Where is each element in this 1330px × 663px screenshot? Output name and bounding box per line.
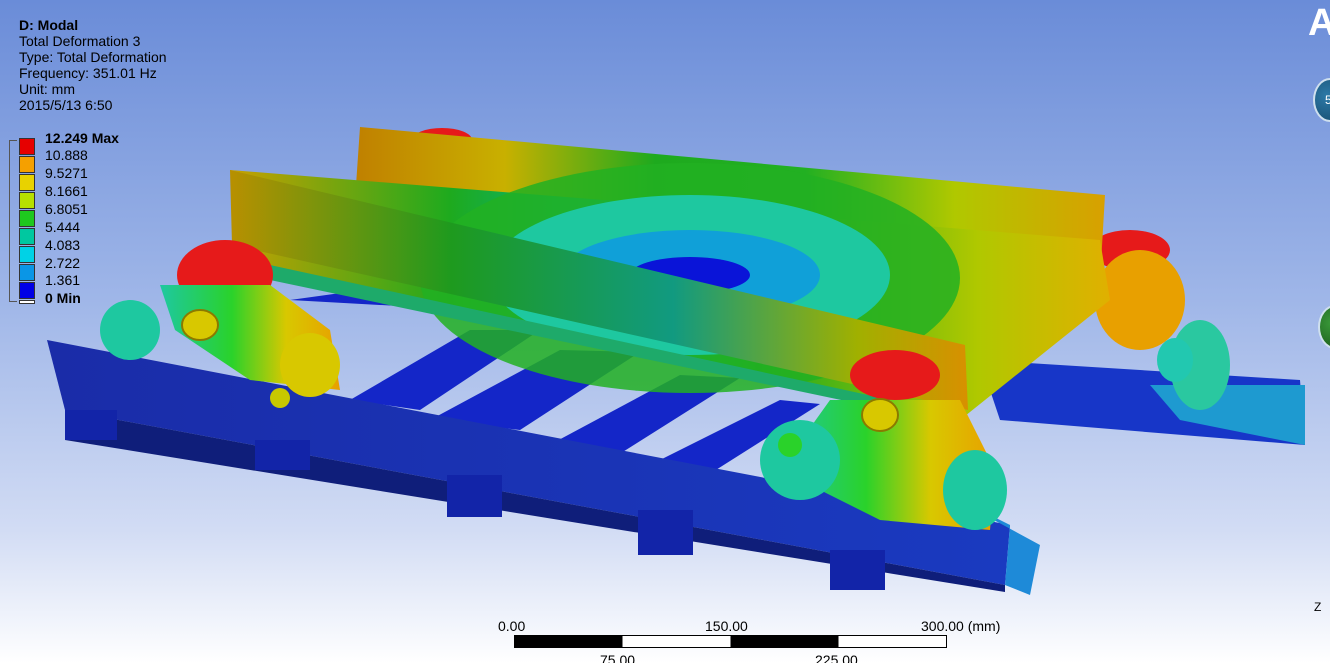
legend-swatch-6 [19,246,35,263]
legend-min-label: 0 Min [45,290,81,306]
ansys-logo-letter: A [1308,2,1330,44]
legend-label-4: 6.8051 [45,201,88,217]
back-rail [980,360,1305,445]
legend-label-3: 8.1661 [45,183,88,199]
legend-swatch-8 [19,282,35,299]
legend-max-label: 12.249 Max [45,130,119,146]
result-date: 2015/5/13 6:50 [19,97,113,113]
scale-label-75: 75.00 [600,652,636,663]
result-name: Total Deformation 3 [19,33,141,49]
scale-bar-graphic [514,635,947,648]
result-frequency: Frequency: 351.01 Hz [19,65,157,81]
legend-label-5: 5.444 [45,219,81,235]
scale-label-150: 150.00 [705,618,748,634]
legend-swatch-0 [19,138,35,155]
analysis-title: D: Modal [19,17,79,33]
legend-swatch-7 [19,264,35,281]
legend-swatch-2 [19,174,35,191]
graphics-viewport[interactable]: D: Modal Total Deformation 3 Type: Total… [0,0,1330,663]
legend-swatch-min [19,300,35,304]
triad-view-button-label: 5. [1324,93,1330,107]
legend-swatch-3 [19,192,35,209]
scale-label-0: 0.00 [498,618,526,634]
legend-label-6: 4.083 [45,237,81,253]
result-type: Type: Total Deformation [19,49,167,65]
legend-bracket [9,140,17,302]
legend-swatch-5 [19,228,35,245]
result-info-panel: D: Modal Total Deformation 3 Type: Total… [19,17,167,113]
legend-swatch-4 [19,210,35,227]
legend-label-7: 2.722 [45,255,81,271]
result-unit: Unit: mm [19,81,75,97]
legend-label-2: 9.5271 [45,165,88,181]
deformation-contour-model[interactable] [0,0,1330,663]
legend-label-1: 10.888 [45,147,88,163]
legend-label-8: 1.361 [45,272,81,288]
scale-label-225: 225.00 [815,652,858,663]
triad-z-axis-label: Z [1314,600,1322,614]
scale-label-300: 300.00 (mm) [921,618,1001,634]
legend-swatch-1 [19,156,35,173]
